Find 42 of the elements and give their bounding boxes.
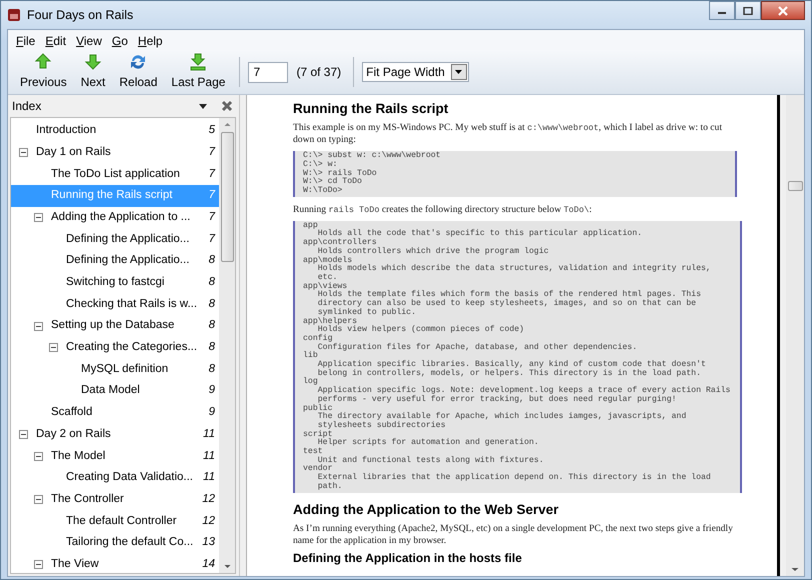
tree-item[interactable]: Tailoring the default Co... 13 xyxy=(11,532,219,554)
tree-item[interactable]: The ToDo List application 7 xyxy=(11,163,219,186)
tree-item[interactable]: Switching to fastcgi 8 xyxy=(11,272,219,294)
tree-item[interactable]: MySQL definition 8 xyxy=(11,358,219,380)
page-field[interactable]: 7 xyxy=(248,62,288,82)
menu-item[interactable]: View xyxy=(72,32,106,48)
tree-item[interactable]: The Model 11 xyxy=(11,445,219,467)
menu-item[interactable]: Go xyxy=(108,32,132,48)
section-heading: Adding the Application to the Web Server xyxy=(293,500,560,519)
tree-item[interactable]: The default Controller 12 xyxy=(11,510,219,532)
tree-item[interactable]: Defining the Applicatio... 7 xyxy=(11,228,219,250)
toolbar-button[interactable]: Previous xyxy=(14,53,73,91)
paragraph: Running rails ToDo creates the following directory structure below ToDo\: xyxy=(293,204,593,216)
toolbar-button[interactable]: Last Page xyxy=(165,53,232,91)
tree-item[interactable]: Day 1 on Rails 7 xyxy=(11,142,219,164)
code-block: app Holds all the code that's specific to this particular application. app\controllers Holds controllers which drive the program logic app\models Holds models which describe the data structures, validation and integrity rules, etc. app\views Holds the template files which form the basis of the rendered html pages. This directory can also be used to keep stylesheets, images, and so on that can be symlinked to public. app\helpers Holds view helpers (common pieces of code) config Configuration files for Apache, database, and other dependencies. lib Application specific libraries. Basically, any kind of custom code that doesn't belong in controllers, models, or helpers. This directory is in the load path. log Application specific logs. Note: development.log keeps a trace of every action Rails performs - very useful for error tracking, but does need regular purging! public The directory available for Apache, which includes iamges, javascripts, and stylesheets subdirectories script Helper scripts for automation and generation. test Unit and functional tests along with fixtures. vendor External libraries that the application depend on. This directory is in the load path. xyxy=(293,220,742,493)
code-block: C:\> subst w: c:\www\webroot C:\> w: W:\> rails ToDo W:\> cd ToDo W:\ToDo> xyxy=(293,151,737,197)
menu-item[interactable]: File xyxy=(12,32,40,48)
tree-item[interactable]: Data Model 9 xyxy=(11,380,219,402)
tree-item[interactable]: Setting up the Database 8 xyxy=(11,315,219,337)
window-title: Four Days on Rails xyxy=(27,6,134,24)
page-count: (7 of 37) xyxy=(296,64,342,81)
menu-item[interactable]: Edit xyxy=(41,32,70,48)
tree-item[interactable]: Creating Data Validatio... 11 xyxy=(11,467,219,489)
tree-item[interactable]: Adding the Application to ... 7 xyxy=(11,206,219,228)
tree-item[interactable]: The View 14 xyxy=(11,554,219,573)
tree-item[interactable]: Day 2 on Rails 11 xyxy=(11,424,219,446)
panel-title: Index xyxy=(12,98,42,115)
tree-item[interactable]: Scaffold 9 xyxy=(11,402,219,424)
toolbar-button[interactable]: Next xyxy=(74,53,112,91)
paragraph: As I’m running everything (Apache2, MySQL, etc) on a single development PC, the next two steps give a friendly name for the application in my browser. xyxy=(293,522,734,547)
tree-item[interactable]: The Controller 12 xyxy=(11,488,219,510)
subsection-heading: Defining the Application in the hosts file xyxy=(293,552,523,565)
tree-item[interactable]: Creating the Categories... 8 xyxy=(11,336,219,359)
tree-item[interactable]: Introduction 5 xyxy=(11,120,219,142)
menu-item[interactable]: Help xyxy=(134,32,167,48)
section-heading: Running the Rails script xyxy=(293,100,450,118)
toolbar-button[interactable]: Reload xyxy=(113,53,164,91)
tree-item[interactable]: Checking that Rails is w... 8 xyxy=(11,294,219,316)
tree-item[interactable]: Defining the Applicatio... 8 xyxy=(11,250,219,272)
paragraph: This example is on my MS-Windows PC. My web stuff is at c:\www\webroot, which I label as drive w: to cut down on typing: xyxy=(293,122,723,146)
zoom-select[interactable]: Fit Page Width xyxy=(362,62,469,82)
